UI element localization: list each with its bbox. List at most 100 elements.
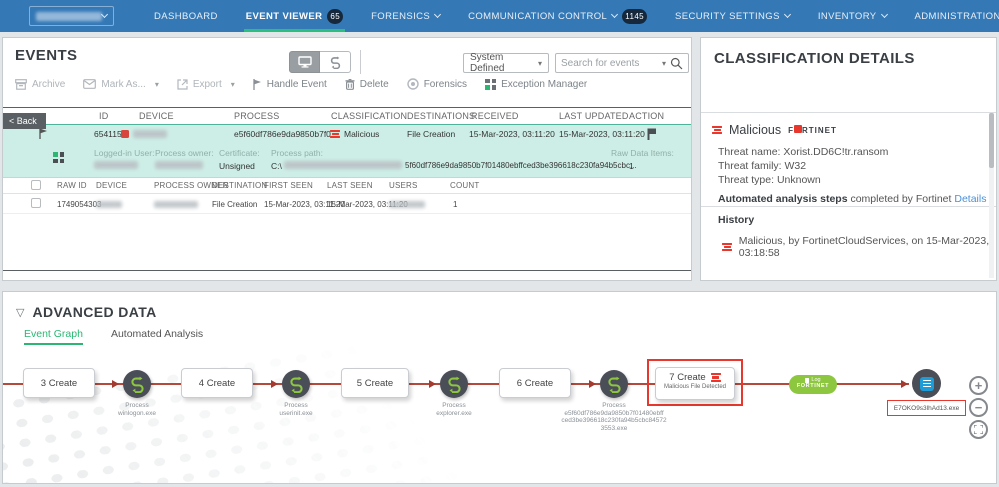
event-process: e5f60df786e9da9850b7f0... <box>234 129 338 139</box>
search-events-box[interactable]: ▾ <box>555 53 689 73</box>
col-raw-id[interactable]: RAW ID <box>57 181 87 190</box>
exception-manager-button[interactable]: Exception Manager <box>485 79 587 90</box>
nav-dashboard[interactable]: DASHBOARD <box>140 0 232 32</box>
graph-node-6-create[interactable]: 6 Create <box>499 368 571 398</box>
col-destination[interactable]: DESTINATION <box>212 181 267 190</box>
monitor-icon <box>298 56 312 68</box>
scrollbar-thumb[interactable] <box>989 113 994 168</box>
arrowhead-icon <box>589 380 596 388</box>
advanced-data-panel: ▽ ADVANCED DATA Event Graph Automated An… <box>2 291 997 484</box>
certificate-label: Certificate: <box>219 148 260 158</box>
file-node[interactable] <box>912 369 941 398</box>
process-label-userinit: Processuserinit.exe <box>231 402 361 417</box>
main-nav: DASHBOARD EVENT VIEWER 65 FORENSICS COMM… <box>140 0 999 32</box>
environment-selector[interactable] <box>29 6 114 26</box>
raw-data-icon[interactable] <box>53 152 64 163</box>
nav-security-settings[interactable]: SECURITY SETTINGS <box>661 0 804 32</box>
col-classification[interactable]: CLASSIFICATION <box>331 111 407 121</box>
col-first-seen[interactable]: FIRST SEEN <box>264 181 313 190</box>
nav-administration[interactable]: ADMINISTRATION <box>901 0 999 32</box>
event-row-selected[interactable]: 6541153 e5f60df786e9da9850b7f0... Malici… <box>3 124 691 142</box>
process-icon <box>288 376 305 393</box>
environment-name-redacted <box>36 12 102 21</box>
zoom-in-button[interactable]: + <box>969 376 988 395</box>
event-received: 15-Mar-2023, 03:11:20 <box>469 129 555 139</box>
threat-type: Threat type: Unknown <box>718 174 821 186</box>
malicious-icon <box>712 126 722 135</box>
flag-icon <box>253 79 262 90</box>
log-icon <box>805 378 809 383</box>
search-input[interactable] <box>561 58 658 69</box>
search-dropdown-arrow[interactable]: ▾ <box>662 59 666 68</box>
arrowhead-icon <box>271 380 278 388</box>
fortinet-logo-icon <box>9 8 12 25</box>
process-view-button[interactable] <box>320 51 351 73</box>
graph-node-4-create[interactable]: 4 Create <box>181 368 253 398</box>
event-flag-icon[interactable] <box>39 128 48 139</box>
col-received[interactable]: RECEIVED <box>471 111 519 121</box>
process-node-winlogon[interactable] <box>123 370 151 398</box>
divider <box>701 112 996 113</box>
process-node-userinit[interactable] <box>282 370 310 398</box>
back-button[interactable]: < Back <box>3 113 46 129</box>
forensics-button[interactable]: Forensics <box>407 78 467 90</box>
fit-to-screen-button[interactable] <box>969 420 988 439</box>
event-last-updated: 15-Mar-2023, 03:11:20 <box>559 129 645 139</box>
nav-communication-control[interactable]: COMMUNICATION CONTROL 1145 <box>454 0 661 32</box>
select-all-checkbox[interactable] <box>31 180 41 190</box>
handle-event-button[interactable]: Handle Event <box>253 79 327 90</box>
raw-users-redacted <box>389 201 425 208</box>
col-last-updated[interactable]: LAST UPDATED <box>559 111 629 121</box>
history-title: History <box>718 214 754 226</box>
chevron-down-icon <box>101 11 108 18</box>
event-viewer-count-badge: 65 <box>327 9 343 24</box>
action-icon[interactable] <box>647 128 657 140</box>
process-icon <box>446 376 463 393</box>
automated-analysis-line: Automated analysis steps completed by Fo… <box>718 193 986 205</box>
graph-node-7-create[interactable]: 7 Create Malicious File Detected <box>655 367 735 400</box>
nav-event-viewer[interactable]: EVENT VIEWER 65 <box>232 0 357 32</box>
mark-as-button[interactable]: Mark As...▾ <box>83 79 158 90</box>
process-owner-label: Process owner: <box>155 148 214 158</box>
raw-data-row[interactable]: 1749054303 File Creation 15-Mar-2023, 03… <box>3 194 691 214</box>
chevron-down-icon <box>434 11 441 18</box>
zoom-out-button[interactable]: − <box>969 398 988 417</box>
row-checkbox[interactable] <box>31 198 41 208</box>
event-classification: Malicious <box>344 129 379 139</box>
search-icon[interactable] <box>670 57 683 70</box>
nav-forensics[interactable]: FORENSICS <box>357 0 454 32</box>
col-users[interactable]: USERS <box>389 181 418 190</box>
col-process[interactable]: PROCESS <box>234 111 279 121</box>
file-icon <box>920 377 934 391</box>
classification-title: CLASSIFICATION DETAILS <box>714 50 915 67</box>
events-table: ID DEVICE PROCESS CLASSIFICATION DESTINA… <box>3 107 691 271</box>
events-toolbar: Archive Mark As...▾ Export▾ Handle Event… <box>15 78 587 90</box>
details-link[interactable]: Details <box>954 193 986 205</box>
events-table-header: ID DEVICE PROCESS CLASSIFICATION DESTINA… <box>3 108 691 124</box>
col-id[interactable]: ID <box>99 111 108 121</box>
divider <box>701 206 996 207</box>
process-node-explorer[interactable] <box>440 370 468 398</box>
col-destinations[interactable]: DESTINATIONS <box>407 111 475 121</box>
col-count[interactable]: COUNT <box>450 181 479 190</box>
col-raw-device[interactable]: DEVICE <box>96 181 127 190</box>
certificate-value: Unsigned <box>219 161 255 171</box>
export-button[interactable]: Export▾ <box>177 79 235 90</box>
fit-icon <box>974 425 983 434</box>
archive-button[interactable]: Archive <box>15 79 65 90</box>
fortinet-log-node[interactable]: Log FORTINET <box>789 375 837 394</box>
col-device[interactable]: DEVICE <box>139 111 174 121</box>
device-view-button[interactable] <box>289 51 320 73</box>
nav-inventory[interactable]: INVENTORY <box>804 0 901 32</box>
graph-node-5-create[interactable]: 5 Create <box>341 368 409 398</box>
path-folder-redacted <box>284 161 402 169</box>
col-action[interactable]: ACTION <box>629 111 664 121</box>
raw-owner-redacted <box>154 201 198 208</box>
process-node-malware-hash[interactable] <box>600 370 628 398</box>
threat-name: Threat name: Xorist.DD6C!tr.ransom <box>718 146 888 158</box>
graph-node-3-create[interactable]: 3 Create <box>23 368 95 398</box>
event-filter-select[interactable]: System Defined▾ <box>463 53 549 73</box>
device-name-redacted <box>133 130 167 138</box>
col-last-seen[interactable]: LAST SEEN <box>327 181 373 190</box>
delete-button[interactable]: Delete <box>345 79 389 90</box>
